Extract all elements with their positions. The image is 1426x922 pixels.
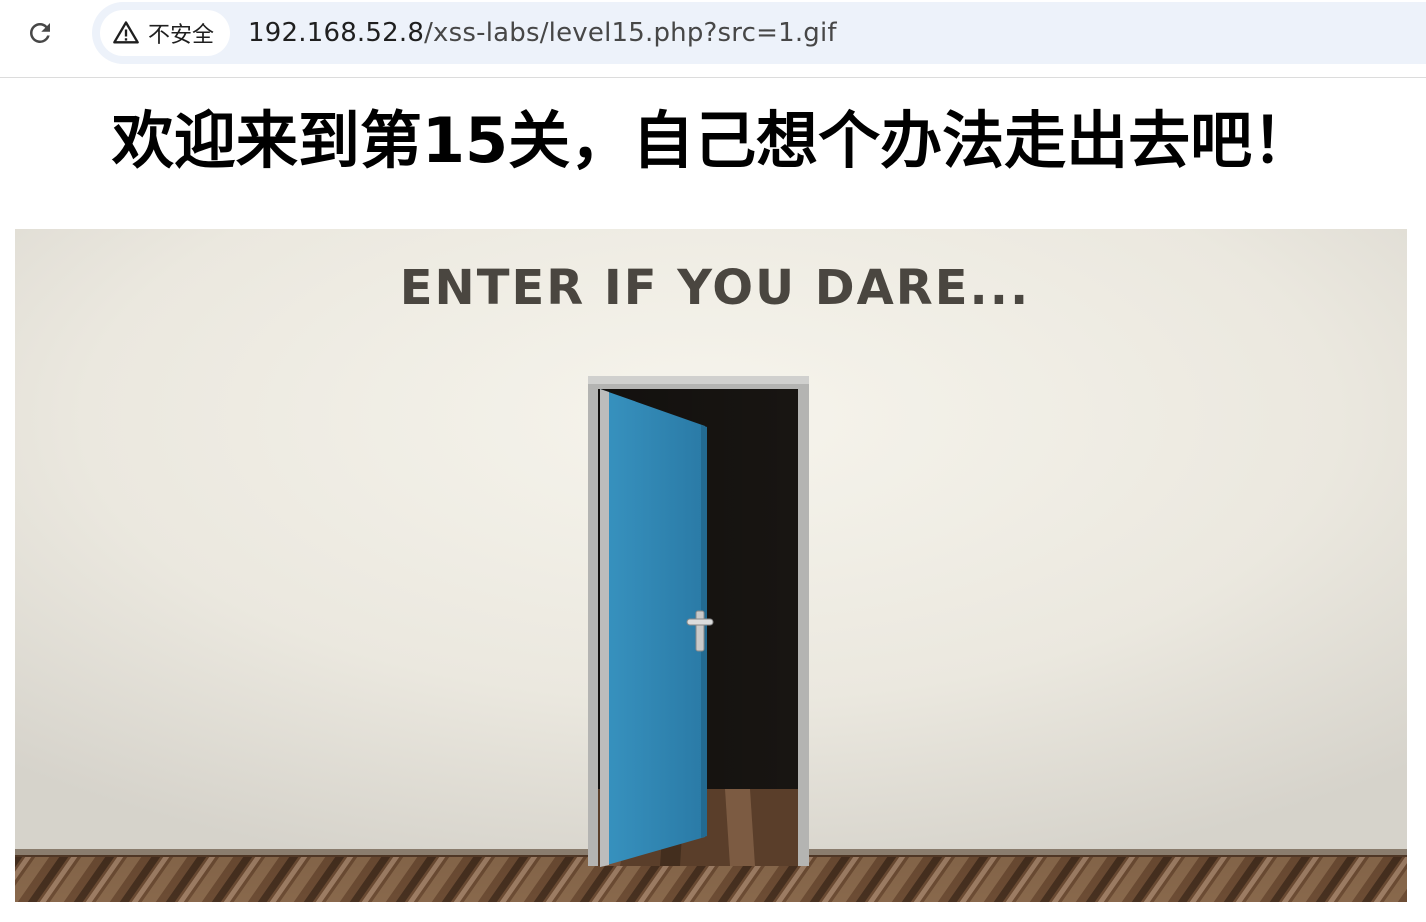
- blue-door: [600, 389, 707, 867]
- page-content: 欢迎来到第15关，自己想个办法走出去吧！ ENTER IF YOU DARE..…: [0, 79, 1426, 922]
- reload-icon: [30, 22, 50, 43]
- address-bar[interactable]: 不安全 192.168.52.8/xss-labs/level15.php?sr…: [92, 2, 1426, 64]
- url-host: 192.168.52.8: [248, 18, 425, 48]
- url-text[interactable]: 192.168.52.8/xss-labs/level15.php?src=1.…: [248, 18, 837, 48]
- page-title: 欢迎来到第15关，自己想个办法走出去吧！: [111, 104, 1315, 177]
- security-indicator[interactable]: 不安全: [100, 10, 231, 56]
- warning-triangle-icon: [113, 21, 139, 44]
- security-label: 不安全: [148, 23, 215, 48]
- door-image: ENTER IF YOU DARE...: [15, 229, 1407, 902]
- url-path: /xss-labs/level15.php?src=1.gif: [424, 18, 837, 48]
- browser-toolbar: 不安全 192.168.52.8/xss-labs/level15.php?sr…: [0, 0, 1426, 78]
- reload-button[interactable]: [22, 15, 58, 51]
- wall-caption: ENTER IF YOU DARE...: [400, 260, 1031, 316]
